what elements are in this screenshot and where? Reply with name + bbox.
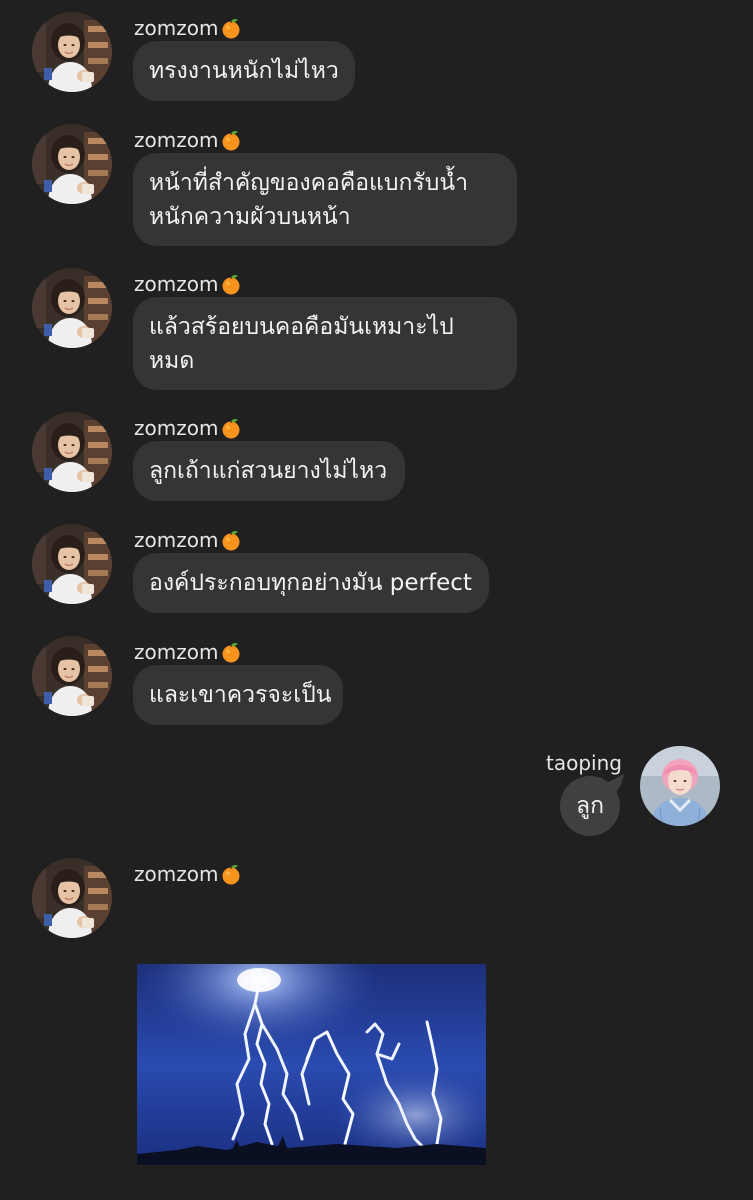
message-text: ลูกเถ้าแก่สวนยางไม่ไหว bbox=[149, 458, 388, 484]
message-bubble[interactable]: ลูกเถ้าแก่สวนยางไม่ไหว bbox=[133, 441, 405, 501]
avatar[interactable] bbox=[32, 124, 112, 204]
sender-name: zomzom bbox=[134, 528, 242, 552]
message-text: ทรงงานหนักไม่ไหว bbox=[149, 58, 339, 84]
sender-name: zomzom bbox=[134, 640, 242, 664]
image-attachment[interactable] bbox=[137, 964, 486, 1165]
avatar[interactable] bbox=[32, 524, 112, 604]
avatar[interactable] bbox=[32, 12, 112, 92]
avatar[interactable] bbox=[32, 412, 112, 492]
message-bubble[interactable]: และเขาควรจะเป็น bbox=[133, 665, 343, 725]
message-text: หมด bbox=[149, 348, 195, 374]
sender-name: zomzom bbox=[134, 272, 242, 296]
message-bubble[interactable]: แล้วสร้อยบนคอคือมันเหมาะไป หมด bbox=[133, 297, 517, 390]
message-text: หนักความผัวบนหน้า bbox=[149, 204, 351, 230]
avatar[interactable] bbox=[32, 858, 112, 938]
lightning-photo-icon bbox=[137, 964, 486, 1165]
message-text: หน้าที่สำคัญของคอคือแบกรับน้ำ bbox=[149, 170, 469, 196]
message-text: ลูก bbox=[575, 793, 605, 819]
message-bubble[interactable]: หน้าที่สำคัญของคอคือแบกรับน้ำ หนักความผั… bbox=[133, 153, 517, 246]
sender-name: zomzom bbox=[134, 416, 242, 440]
orange-icon bbox=[220, 129, 242, 151]
orange-icon bbox=[220, 863, 242, 885]
orange-icon bbox=[220, 17, 242, 39]
orange-icon bbox=[220, 417, 242, 439]
message-bubble[interactable]: ทรงงานหนักไม่ไหว bbox=[133, 41, 355, 101]
avatar[interactable] bbox=[640, 746, 720, 826]
message-text: แล้วสร้อยบนคอคือมันเหมาะไป bbox=[149, 314, 454, 340]
avatar[interactable] bbox=[32, 268, 112, 348]
message-bubble[interactable]: ลูก bbox=[560, 776, 620, 836]
sender-name: taoping bbox=[546, 751, 622, 775]
orange-icon bbox=[220, 273, 242, 295]
sender-name: zomzom bbox=[134, 128, 242, 152]
sender-name: zomzom bbox=[134, 16, 242, 40]
message-text: องค์ประกอบทุกอย่างมัน perfect bbox=[149, 570, 472, 596]
message-text: และเขาควรจะเป็น bbox=[149, 682, 332, 708]
orange-icon bbox=[220, 641, 242, 663]
message-bubble[interactable]: องค์ประกอบทุกอย่างมัน perfect bbox=[133, 553, 489, 613]
orange-icon bbox=[220, 529, 242, 551]
avatar[interactable] bbox=[32, 636, 112, 716]
sender-name: zomzom bbox=[134, 862, 242, 886]
